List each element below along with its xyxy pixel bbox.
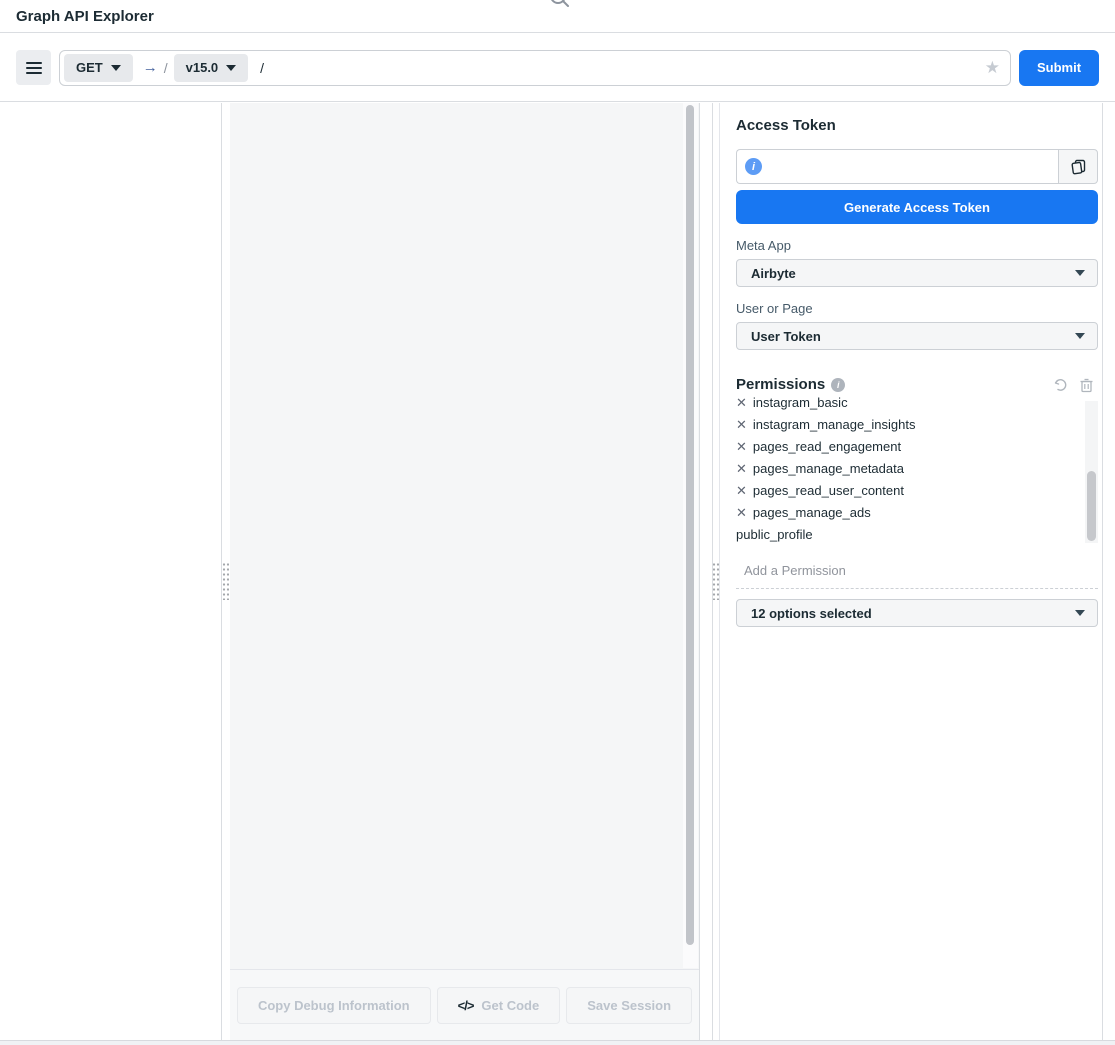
info-icon[interactable]: i [745,158,762,175]
permission-item: ✕ pages_manage_metadata [736,457,1078,479]
request-toolbar: GET → / v15.0 / ★ Submit [0,34,1115,102]
response-panel: Copy Debug Information </> Get Code Save… [230,103,700,1040]
method-dropdown[interactable]: GET [64,54,133,82]
menu-button[interactable] [16,50,51,85]
right-resize-handle[interactable] [712,562,719,600]
submit-button[interactable]: Submit [1019,50,1099,86]
path-root-slash: / [164,60,168,76]
remove-permission-icon[interactable]: ✕ [736,484,747,497]
code-icon: </> [458,998,474,1013]
trash-icon[interactable] [1079,377,1094,393]
app-header: Graph API Explorer [0,0,1115,33]
version-dropdown[interactable]: v15.0 [174,54,249,82]
left-panel [0,103,222,1040]
permission-item: ✕ pages_read_engagement [736,435,1078,457]
query-bar[interactable]: GET → / v15.0 / ★ [59,50,1011,86]
user-or-page-label: User or Page [736,301,1098,316]
remove-permission-icon[interactable]: ✕ [736,462,747,475]
add-permission-input[interactable]: Add a Permission [736,559,1098,589]
permission-label: public_profile [736,527,813,542]
permission-label: pages_manage_ads [753,505,871,520]
remove-permission-icon[interactable]: ✕ [736,418,747,431]
access-token-heading: Access Token [736,117,1098,134]
user-or-page-dropdown[interactable]: User Token [736,322,1098,350]
response-footer: Copy Debug Information </> Get Code Save… [230,969,699,1040]
meta-app-label: Meta App [736,238,1098,253]
page-title: Graph API Explorer [16,8,154,25]
permission-label: pages_manage_metadata [753,461,904,476]
arrow-right-icon: → [143,59,158,76]
permission-label: pages_read_user_content [753,483,904,498]
permissions-scrollbar-thumb[interactable] [1087,471,1096,541]
response-scrollbar-track[interactable] [683,103,698,968]
permissions-heading: Permissions [736,376,825,393]
permissions-list: ✕ instagram_basic ✕ instagram_manage_ins… [736,397,1098,545]
permissions-options-dropdown[interactable]: 12 options selected [736,599,1098,627]
permission-item: ✕ pages_read_user_content [736,479,1078,501]
token-panel: Access Token i Generate Access Token Met… [719,103,1103,1040]
access-token-row: i [736,149,1098,184]
chevron-down-icon [111,65,121,71]
permission-item: public_profile [736,523,1078,545]
hamburger-icon [26,62,42,64]
meta-app-selected: Airbyte [751,266,796,281]
access-token-input[interactable]: i [736,149,1058,184]
info-icon[interactable]: i [831,378,845,392]
get-code-label: Get Code [481,998,539,1013]
permission-item: ✕ instagram_basic [736,397,1078,413]
get-code-button[interactable]: </> Get Code [437,987,561,1024]
left-resize-handle[interactable] [222,562,229,600]
user-or-page-selected: User Token [751,329,821,344]
page-bottom-edge [0,1040,1115,1045]
generate-access-token-button[interactable]: Generate Access Token [736,190,1098,224]
response-scrollbar-thumb[interactable] [686,105,694,945]
graph-api-explorer-page: Graph API Explorer GET → / v15.0 / ★ [0,0,1115,1045]
star-icon[interactable]: ★ [985,58,1000,78]
chevron-down-icon [1075,333,1085,339]
chevron-down-icon [1075,610,1085,616]
method-label: GET [76,60,103,75]
meta-app-dropdown[interactable]: Airbyte [736,259,1098,287]
permission-label: instagram_manage_insights [753,417,916,432]
permission-label: pages_read_engagement [753,439,901,454]
permission-label: instagram_basic [753,397,848,410]
options-selected-label: 12 options selected [751,606,872,621]
save-session-label: Save Session [587,998,671,1013]
copy-token-button[interactable] [1058,149,1098,184]
copy-debug-button[interactable]: Copy Debug Information [237,987,431,1024]
chevron-down-icon [1075,270,1085,276]
permission-item: ✕ pages_manage_ads [736,501,1078,523]
permissions-header: Permissions i [736,376,1098,393]
permissions-scrollbar-track[interactable] [1085,401,1098,543]
search-icon[interactable] [548,0,570,8]
version-label: v15.0 [186,60,219,75]
copy-icon [1069,158,1087,176]
save-session-button[interactable]: Save Session [566,987,692,1024]
copy-debug-label: Copy Debug Information [258,998,410,1013]
remove-permission-icon[interactable]: ✕ [736,397,747,409]
permission-item: ✕ instagram_manage_insights [736,413,1078,435]
remove-permission-icon[interactable]: ✕ [736,440,747,453]
remove-permission-icon[interactable]: ✕ [736,506,747,519]
undo-icon[interactable] [1053,377,1069,393]
chevron-down-icon [226,65,236,71]
path-input[interactable]: / [260,60,979,76]
